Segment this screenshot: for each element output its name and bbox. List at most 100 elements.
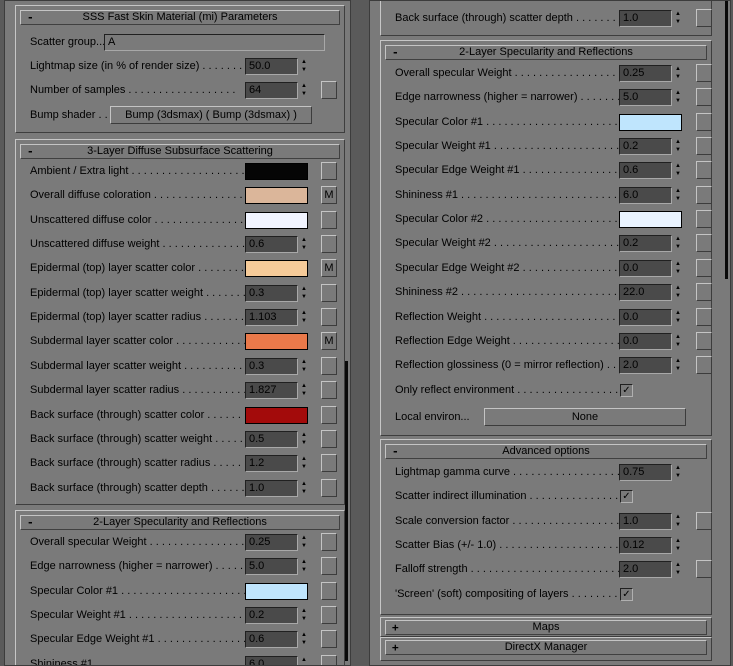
param-value[interactable]: 1.103 [245,309,298,327]
param-value[interactable]: 6.0 [619,186,672,204]
param-value[interactable]: 0.3 [245,284,298,302]
spinner-arrows-icon[interactable]: ▲▼ [673,89,683,106]
map-button[interactable]: M [321,259,337,278]
param-spinner[interactable]: 0.2 ▲ ▼ [619,235,683,253]
back-depth-value[interactable]: 1.0 [619,10,672,27]
param-spinner[interactable]: 0.0 ▲ ▼ [619,332,683,350]
directx-rollout-header[interactable]: + DirectX Manager [385,640,707,655]
color-swatch[interactable] [245,582,308,600]
spinner-arrows-icon[interactable]: ▲▼ [673,235,683,252]
map-button[interactable] [696,356,712,375]
map-button[interactable] [321,557,337,576]
spinner-arrows-icon[interactable]: ▲▼ [299,558,309,575]
spinner-arrows-icon[interactable]: ▲▼ [299,309,309,326]
param-value[interactable]: 22.0 [619,284,672,302]
advanced-rollout-header[interactable]: - Advanced options [385,444,707,459]
color-swatch[interactable] [245,187,308,205]
spinner-arrows-icon[interactable]: ▲▼ [673,464,683,481]
param-spinner[interactable]: 6.0▲▼ [619,186,683,204]
map-button[interactable] [696,511,712,530]
spinner-arrows-icon[interactable]: ▲▼ [673,333,683,350]
map-button[interactable]: M [321,332,337,351]
param-value[interactable]: 0.6 [619,162,672,180]
samples-spinner[interactable]: 64 ▲ ▼ [245,82,309,99]
checkbox[interactable]: ✓ [620,587,633,601]
param-value[interactable]: 1.827 [245,382,298,400]
param-spinner[interactable]: 0.25 ▲ ▼ [619,65,683,82]
param-value[interactable]: 0.0 [619,259,672,277]
spec-left-rollout-header[interactable]: - 2-Layer Specularity and Reflections [20,515,340,530]
map-button[interactable] [696,560,712,579]
map-button[interactable] [696,234,712,253]
param-spinner[interactable]: 0.3 ▲ ▼ [245,284,309,302]
map-button[interactable] [321,454,337,473]
map-button[interactable] [696,161,712,180]
param-value[interactable]: 0.25 [245,534,298,551]
color-swatch[interactable] [245,333,308,351]
param-spinner[interactable]: 0.0 ▲ ▼ [619,308,683,326]
map-button[interactable] [321,235,337,254]
param-spinner[interactable]: 6.0▲▼ [245,655,309,665]
samples-value[interactable]: 64 [245,82,298,99]
color-swatch[interactable] [619,211,682,229]
spinner-arrows-icon[interactable]: ▲▼ [299,631,309,648]
param-value[interactable]: 0.2 [619,235,672,253]
map-button[interactable] [696,283,712,302]
map-button[interactable]: M [321,186,337,205]
param-spinner[interactable]: 1.103 ▲ ▼ [245,309,309,327]
checkbox[interactable]: ✓ [620,490,633,504]
param-spinner[interactable]: 1.827 ▲ ▼ [245,382,309,400]
param-value[interactable]: 0.6 [245,236,298,254]
spinner-arrows-icon[interactable]: ▲▼ [673,260,683,277]
param-spinner[interactable]: 2.0 ▲ ▼ [619,357,683,375]
color-swatch[interactable] [245,406,308,424]
param-value[interactable]: 0.2 [245,607,298,625]
back-depth-map-button[interactable] [696,9,712,27]
checkbox[interactable]: ✓ [620,383,633,397]
left-panel-scroll-track[interactable] [345,361,348,661]
scatter-group-input[interactable]: A [104,34,325,51]
maps-rollout-header[interactable]: + Maps [385,620,707,635]
param-spinner[interactable]: 0.25 ▲ ▼ [245,534,309,551]
param-value[interactable]: 0.12 [619,537,672,555]
spinner-arrows-icon[interactable]: ▲▼ [299,58,309,75]
param-spinner[interactable]: 0.6 ▲ ▼ [245,631,309,649]
param-spinner[interactable]: 0.12 ▲ ▼ [619,537,683,555]
param-spinner[interactable]: 5.0 ▲ ▼ [245,558,309,576]
spinner-arrows-icon[interactable]: ▲▼ [299,236,309,253]
local-env-button[interactable]: None [484,408,686,426]
param-spinner[interactable]: 22.0 ▲ ▼ [619,284,683,302]
spinner-arrows-icon[interactable]: ▲▼ [673,357,683,374]
spinner-arrows-icon[interactable]: ▲▼ [673,162,683,179]
param-value[interactable]: 0.0 [619,308,672,326]
map-button[interactable] [321,381,337,400]
map-button[interactable] [321,429,337,448]
param-spinner[interactable]: 1.2 ▲ ▼ [245,455,309,473]
color-swatch[interactable] [619,113,682,131]
bump-shader-button[interactable]: Bump (3dsmax) ( Bump (3dsmax) ) [110,106,312,124]
spinner-arrows-icon[interactable]: ▲▼ [299,480,309,497]
param-value[interactable]: 1.2 [245,455,298,473]
color-swatch[interactable] [245,211,308,229]
map-button[interactable] [696,258,712,277]
param-value[interactable]: 1.0 [245,479,298,497]
map-button[interactable] [321,654,337,665]
map-button[interactable] [696,137,712,156]
param-spinner[interactable]: 2.0 ▲ ▼ [619,561,683,579]
map-button[interactable] [321,356,337,375]
lightmap-size-value[interactable]: 50.0 [245,58,298,75]
map-button[interactable] [696,210,712,229]
spinner-arrows-icon[interactable]: ▲▼ [299,358,309,375]
map-button[interactable] [321,606,337,625]
spinner-arrows-icon[interactable]: ▲▼ [673,10,683,27]
param-value[interactable]: 0.3 [245,357,298,375]
back-depth-spinner[interactable]: 1.0 ▲ ▼ [619,10,683,27]
color-swatch[interactable] [245,260,308,278]
map-button[interactable] [696,331,712,350]
param-value[interactable]: 5.0 [245,558,298,576]
spinner-arrows-icon[interactable]: ▲▼ [673,561,683,578]
spinner-arrows-icon[interactable]: ▲▼ [673,309,683,326]
map-button[interactable] [696,88,712,107]
param-value[interactable]: 0.5 [245,430,298,448]
map-button[interactable] [321,405,337,424]
